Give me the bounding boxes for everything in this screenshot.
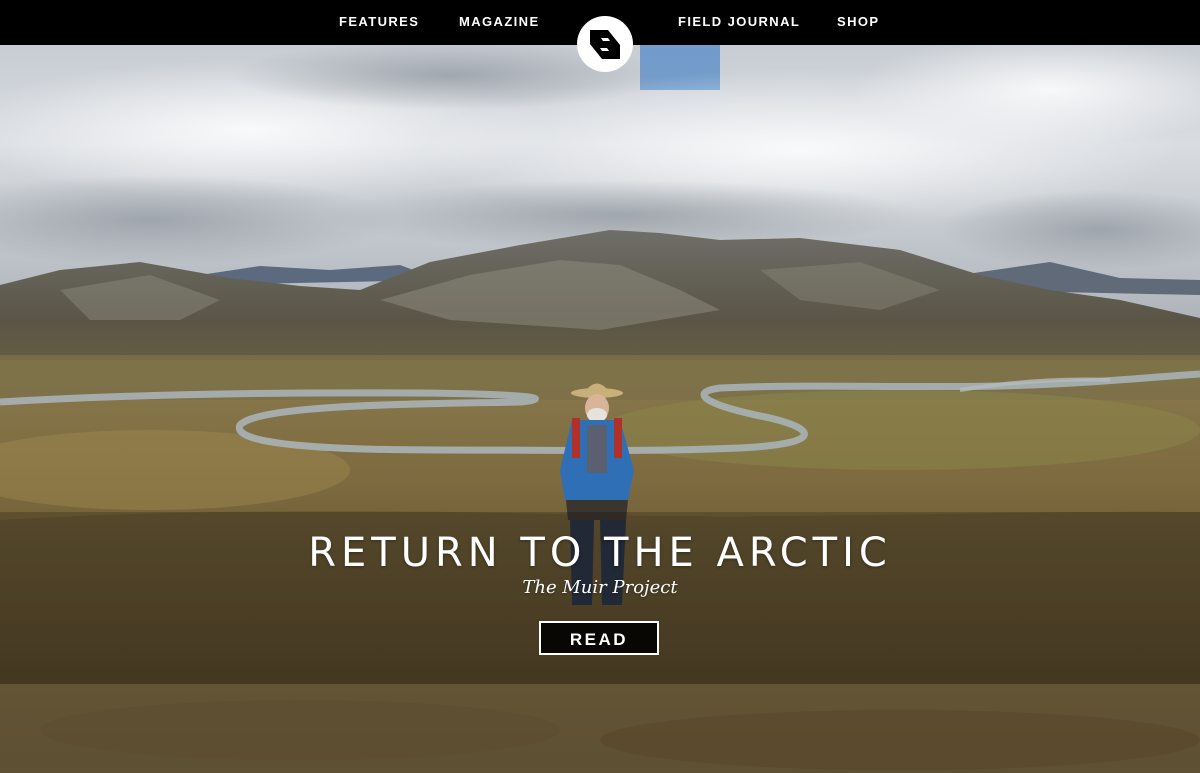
nav-shop-link[interactable]: SHOP (837, 0, 879, 45)
nav-features-link[interactable]: FEATURES (339, 0, 419, 45)
nav-field-journal-link[interactable]: FIELD JOURNAL (678, 0, 800, 45)
nav-magazine-link[interactable]: MAGAZINE (459, 0, 540, 45)
read-button[interactable]: READ (539, 621, 659, 655)
site-logo-icon[interactable] (577, 16, 633, 72)
page: FEATURES MAGAZINE FIELD JOURNAL SHOP RET… (0, 0, 1200, 773)
hero-title: RETURN TO THE ARCTIC (308, 530, 892, 576)
hero-subtitle: The Muir Project (522, 577, 678, 598)
